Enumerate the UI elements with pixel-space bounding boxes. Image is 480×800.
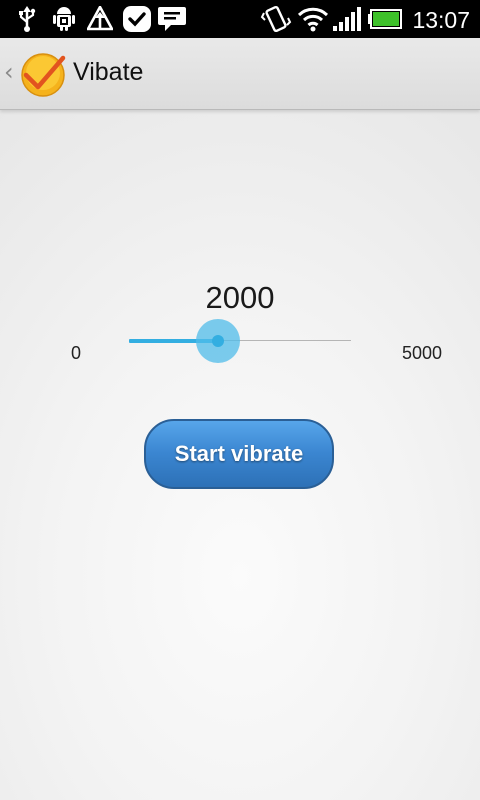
slider-value-label: 2000 — [205, 280, 275, 315]
status-time: 13:07 — [412, 7, 470, 33]
action-bar[interactable]: ‹ Vibate — [0, 38, 480, 110]
message-icon — [156, 5, 188, 33]
wifi-icon — [296, 5, 330, 33]
vibrate-mode-icon — [260, 5, 292, 33]
battery-icon — [367, 5, 403, 33]
start-vibrate-button[interactable]: Start vibrate — [144, 419, 334, 489]
status-bar: 13:07 — [0, 0, 480, 38]
app-title: Vibate — [73, 58, 144, 86]
usb-icon — [14, 5, 40, 33]
slider-max-label: 5000 — [401, 343, 443, 363]
task-check-icon — [121, 5, 153, 33]
back-caret-icon[interactable]: ‹ — [4, 58, 14, 86]
android-debug-icon — [50, 5, 78, 33]
upload-icon — [86, 5, 114, 33]
duration-slider[interactable] — [129, 319, 351, 363]
slider-min-label: 0 — [70, 343, 81, 363]
slider-thumb-dot — [212, 335, 224, 347]
slider-thumb[interactable] — [196, 319, 240, 363]
checkmark-app-icon[interactable] — [20, 52, 66, 98]
signal-icon — [331, 5, 363, 33]
